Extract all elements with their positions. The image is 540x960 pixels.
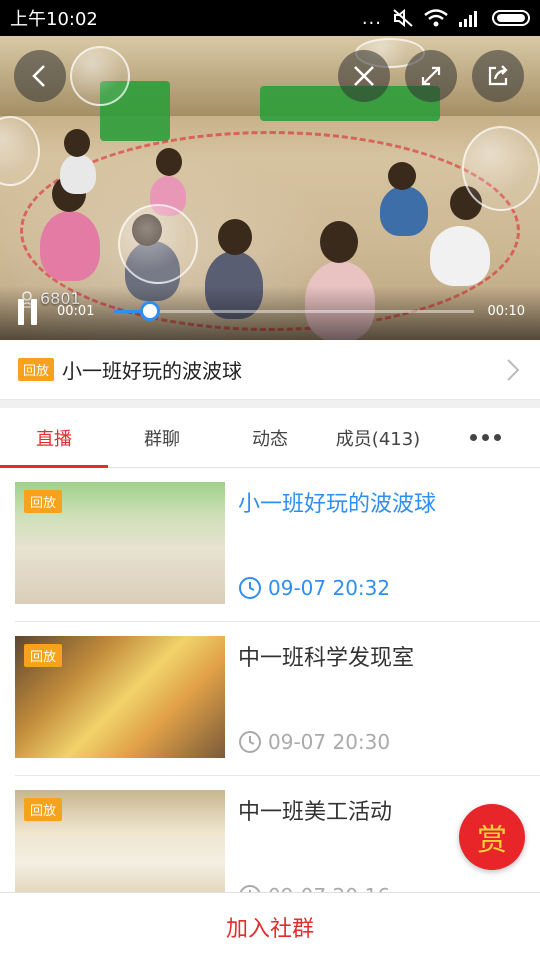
video-scenery xyxy=(218,219,252,255)
video-scenery xyxy=(388,162,416,190)
video-thumbnail: 回放 xyxy=(15,790,225,892)
video-scenery xyxy=(430,226,490,286)
progress-knob[interactable] xyxy=(140,301,160,321)
back-icon xyxy=(32,65,45,87)
bubble xyxy=(70,46,130,106)
video-thumbnail: 回放 xyxy=(15,636,225,758)
video-title: 小一班好玩的波波球 xyxy=(62,359,243,383)
list-item-title: 小一班好玩的波波球 xyxy=(238,492,437,517)
back-button[interactable] xyxy=(14,50,66,102)
more-tabs-icon[interactable] xyxy=(470,434,501,441)
list-item-time-text: 09-07 20:16 xyxy=(268,884,390,892)
list-item[interactable]: 回放 中一班科学发现室 09-07 20:30 xyxy=(0,622,540,776)
list-item-title: 中一班美工活动 xyxy=(238,800,393,825)
status-icons: ... xyxy=(362,8,530,29)
close-icon xyxy=(354,66,374,86)
tab-members[interactable]: 成员(413) xyxy=(324,408,432,468)
pause-icon xyxy=(31,299,37,325)
section-divider xyxy=(0,400,540,408)
video-thumbnail: 回放 xyxy=(15,482,225,604)
mute-icon xyxy=(393,8,413,28)
list-item-time-text: 09-07 20:32 xyxy=(268,576,391,600)
bubble xyxy=(118,204,198,284)
video-scenery xyxy=(64,129,90,157)
bottom-bar: 加入社群 xyxy=(0,892,540,960)
video-scenery xyxy=(320,221,358,263)
player-controls: 00:01 00:10 xyxy=(0,286,540,340)
wifi-icon xyxy=(424,9,448,27)
pause-button[interactable] xyxy=(18,299,40,325)
clock-icon xyxy=(239,731,261,753)
chevron-right-icon xyxy=(507,359,520,381)
video-title-row[interactable]: 回放 小一班好玩的波波球 xyxy=(0,340,540,400)
current-time: 00:01 xyxy=(57,304,95,319)
clock-icon xyxy=(239,577,261,599)
bubble xyxy=(462,126,540,211)
join-community-button[interactable]: 加入社群 xyxy=(226,911,314,943)
bubble xyxy=(0,116,40,186)
video-scenery xyxy=(156,148,182,176)
tab-group-chat[interactable]: 群聊 xyxy=(108,408,216,468)
status-bar: 上午10:02 ... xyxy=(0,0,540,36)
list-item-time: 09-07 20:30 xyxy=(238,730,390,754)
fullscreen-button[interactable] xyxy=(405,50,457,102)
share-icon xyxy=(488,65,508,86)
video-scenery xyxy=(40,211,100,281)
replay-badge: 回放 xyxy=(24,798,63,821)
share-button[interactable] xyxy=(472,50,524,102)
app-root: 上午10:02 ... 00:01 00:10 回放 小一班好玩的波波球 直播 … xyxy=(0,0,540,960)
list-item-time-text: 09-07 20:30 xyxy=(268,730,391,754)
video-scenery xyxy=(60,154,96,194)
replay-badge: 回放 xyxy=(24,490,63,513)
replay-badge: 回放 xyxy=(24,644,63,667)
status-time: 上午10:02 xyxy=(10,9,98,30)
list-item-time: 09-07 20:32 xyxy=(238,576,390,600)
tab-live[interactable]: 直播 xyxy=(0,408,108,468)
tab-moments[interactable]: 动态 xyxy=(216,408,324,468)
reward-button[interactable]: 赏 xyxy=(459,804,525,870)
clock-icon xyxy=(239,885,261,892)
signal-icon xyxy=(459,11,477,27)
close-button[interactable] xyxy=(338,50,390,102)
video-player[interactable]: 6801 00:01 00:10 xyxy=(0,36,540,340)
pause-icon xyxy=(18,299,24,325)
more-dots-icon: ... xyxy=(361,7,382,29)
list-item-time: 09-07 20:16 xyxy=(238,884,390,892)
progress-bar[interactable] xyxy=(114,301,474,321)
fullscreen-icon xyxy=(421,66,441,86)
replay-badge: 回放 xyxy=(18,358,55,381)
tab-bar: 直播 群聊 动态 成员(413) xyxy=(0,408,540,468)
battery-icon xyxy=(492,10,530,26)
video-scenery xyxy=(380,186,428,236)
list-item-title: 中一班科学发现室 xyxy=(238,646,415,671)
total-time: 00:10 xyxy=(487,304,525,319)
list-item[interactable]: 回放 小一班好玩的波波球 09-07 20:32 xyxy=(0,468,540,622)
